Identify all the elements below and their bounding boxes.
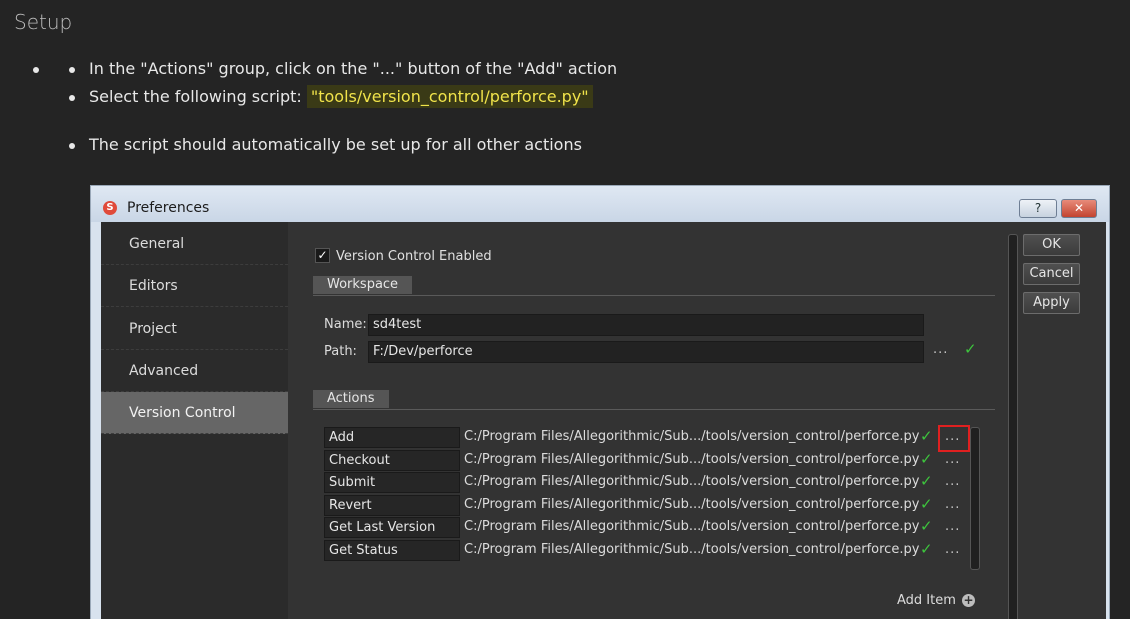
page-title: Setup (14, 10, 73, 34)
action-checkout-name[interactable]: Checkout (324, 450, 460, 471)
action-revert-path: C:/Program Files/Allegorithmic/Sub.../to… (464, 497, 920, 512)
actions-divider (313, 409, 995, 410)
check-icon: ✓ (920, 517, 933, 535)
check-icon: ✓ (920, 472, 933, 490)
sidebar-item-project[interactable]: Project (101, 308, 288, 350)
sidebar-item-advanced[interactable]: Advanced (101, 350, 288, 392)
version-control-panel: ✓ Version Control Enabled Workspace Name… (288, 222, 1106, 619)
dialog-titlebar: S Preferences ? ✕ (91, 186, 1109, 222)
name-label: Name: (324, 317, 367, 332)
action-get-status-path: C:/Program Files/Allegorithmic/Sub.../to… (464, 542, 920, 557)
actions-section-tab: Actions (313, 390, 389, 408)
cancel-button[interactable]: Cancel (1023, 263, 1080, 285)
bullet-dot (69, 95, 75, 101)
sidebar-item-editors[interactable]: Editors (101, 265, 288, 307)
workspace-divider (313, 295, 995, 296)
action-get-last-version-browse-button[interactable]: ... (945, 519, 960, 534)
instruction-3: The script should automatically be set u… (89, 135, 582, 154)
sidebar-item-version-control[interactable]: Version Control (101, 392, 288, 434)
action-get-status-name[interactable]: Get Status (324, 540, 460, 561)
check-icon: ✓ (920, 540, 933, 558)
action-get-last-version-path: C:/Program Files/Allegorithmic/Sub.../to… (464, 519, 920, 534)
action-submit-browse-button[interactable]: ... (945, 474, 960, 489)
version-control-checkbox[interactable]: ✓ (315, 248, 330, 263)
add-item-label[interactable]: Add Item (897, 593, 956, 608)
workspace-section-tab: Workspace (313, 276, 413, 294)
action-add-name[interactable]: Add (324, 427, 460, 448)
check-icon: ✓ (920, 495, 933, 513)
check-icon: ✓ (920, 450, 933, 468)
instruction-1: In the "Actions" group, click on the "..… (89, 59, 618, 78)
bullet-dot (69, 67, 75, 73)
plus-icon[interactable]: + (962, 594, 975, 607)
preferences-dialog: S Preferences ? ✕ General Editors Projec… (90, 185, 1110, 619)
close-button[interactable]: ✕ (1061, 199, 1097, 218)
path-label: Path: (324, 344, 357, 359)
script-path-highlight: "tools/version_control/perforce.py" (306, 85, 593, 108)
ok-button[interactable]: OK (1023, 234, 1080, 256)
instruction-2: Select the following script: "tools/vers… (89, 85, 593, 108)
dialog-title: Preferences (127, 200, 210, 216)
action-add-path: C:/Program Files/Allegorithmic/Sub.../to… (464, 429, 920, 444)
workspace-path-field[interactable]: F:/Dev/perforce (368, 341, 924, 363)
path-browse-button[interactable]: ... (933, 342, 948, 357)
check-icon: ✓ (964, 340, 977, 358)
apply-button[interactable]: Apply (1023, 292, 1080, 314)
version-control-label: Version Control Enabled (336, 249, 492, 264)
dialog-body: General Editors Project Advanced Version… (101, 222, 1106, 619)
actions-scrollbar[interactable] (970, 427, 980, 570)
substance-logo-icon: S (103, 201, 117, 215)
highlight-box (938, 425, 970, 452)
action-submit-name[interactable]: Submit (324, 472, 460, 493)
instruction-2-text: Select the following script: (89, 87, 307, 106)
sidebar-item-general[interactable]: General (101, 223, 288, 265)
action-checkout-path: C:/Program Files/Allegorithmic/Sub.../to… (464, 452, 920, 467)
bullet-dot (69, 143, 75, 149)
help-button[interactable]: ? (1019, 199, 1057, 218)
check-icon: ✓ (920, 427, 933, 445)
preferences-sidebar: General Editors Project Advanced Version… (101, 222, 288, 619)
action-submit-path: C:/Program Files/Allegorithmic/Sub.../to… (464, 474, 920, 489)
action-revert-name[interactable]: Revert (324, 495, 460, 516)
action-checkout-browse-button[interactable]: ... (945, 452, 960, 467)
action-revert-browse-button[interactable]: ... (945, 497, 960, 512)
panel-scrollbar[interactable] (1008, 234, 1018, 619)
outer-bullet-dot (33, 67, 39, 73)
action-get-last-version-name[interactable]: Get Last Version (324, 517, 460, 538)
action-get-status-browse-button[interactable]: ... (945, 542, 960, 557)
workspace-name-field[interactable]: sd4test (368, 314, 924, 336)
